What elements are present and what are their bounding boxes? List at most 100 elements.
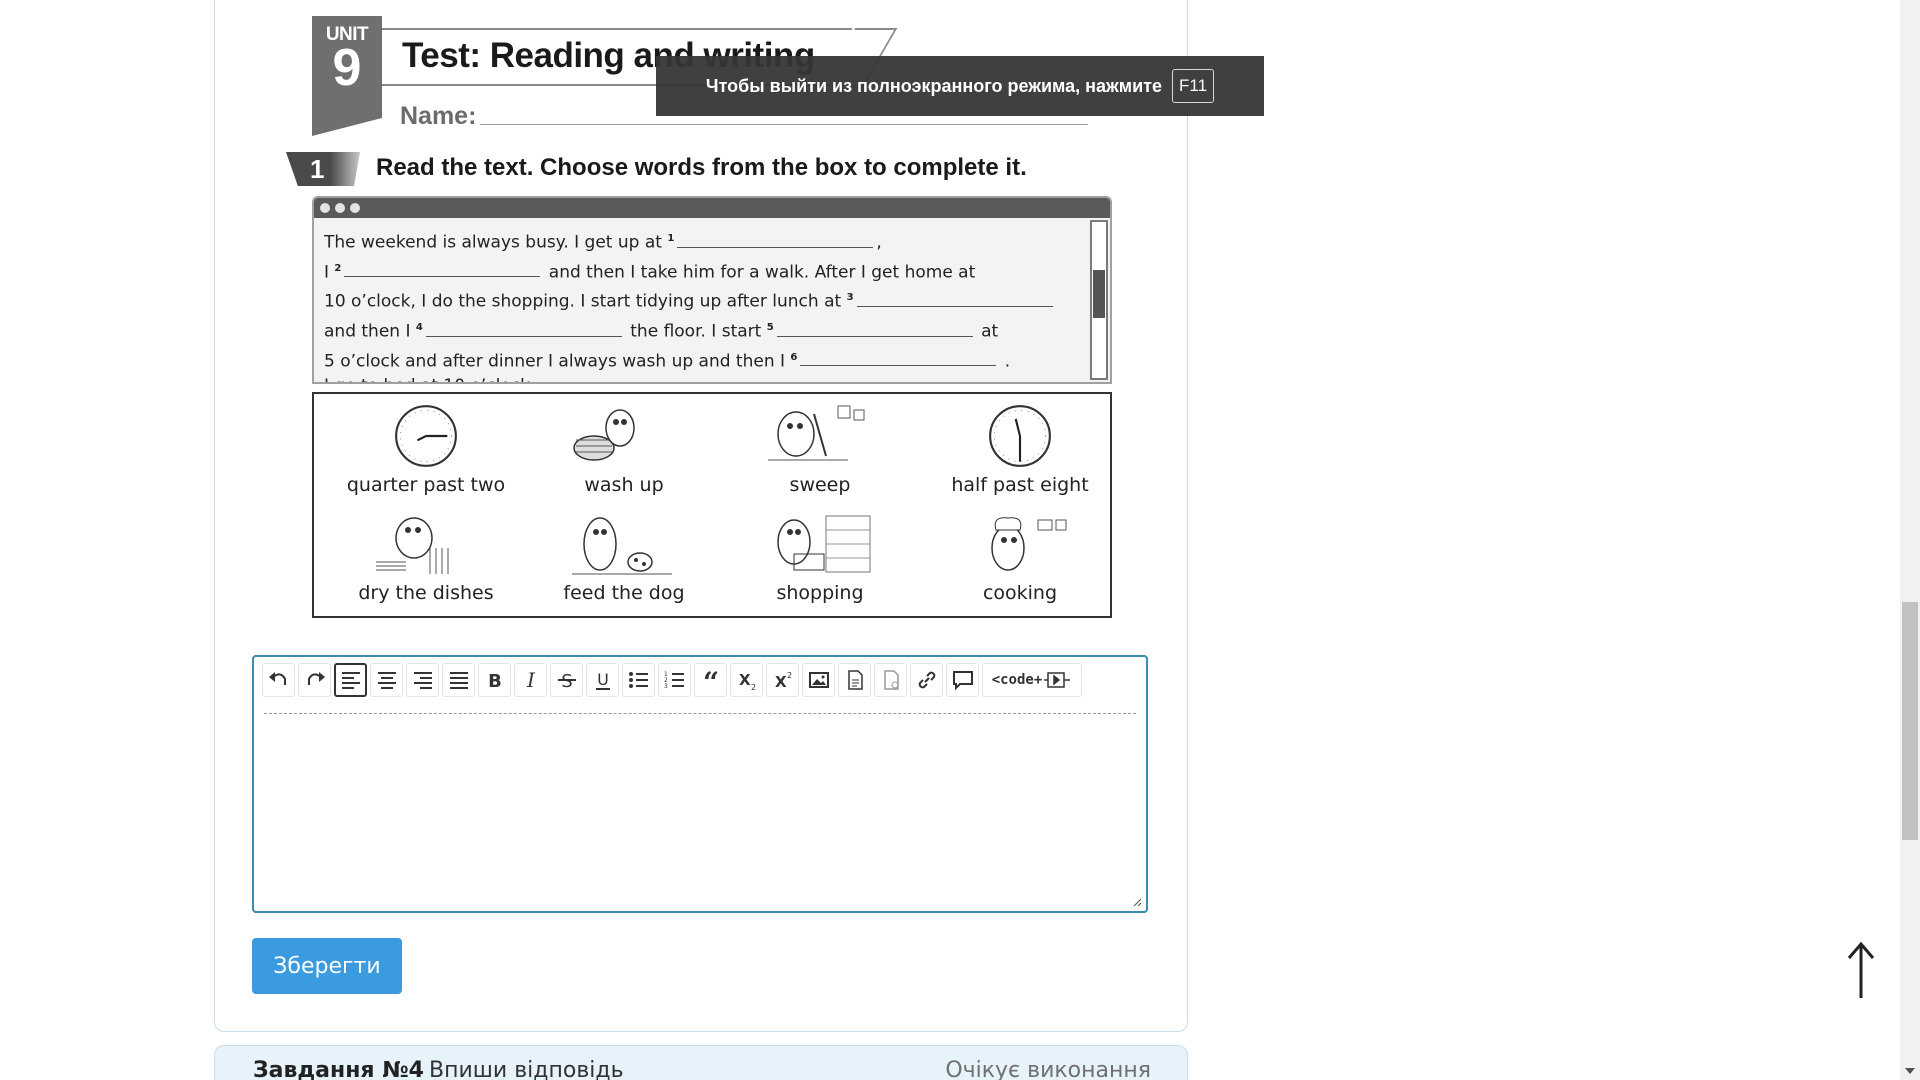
file-button[interactable] <box>838 663 871 697</box>
blank-number: 1 <box>667 233 675 244</box>
strikethrough-button[interactable]: S <box>550 663 583 697</box>
svg-text:S: S <box>561 671 572 692</box>
editor-toolbar: B I S U 1 2 3 “ X 2 X 2 <code+ <box>262 663 1082 697</box>
editor-textarea[interactable] <box>264 717 1136 901</box>
text-fragment: I go to bed at 10 o’clock. <box>324 376 535 382</box>
window-dot <box>335 203 345 213</box>
text-line: The weekend is always busy. I get up at … <box>324 226 1078 256</box>
document-button[interactable] <box>874 663 907 697</box>
chef-icon <box>991 517 1067 571</box>
shopping-cart-icon <box>777 515 871 573</box>
clock-icon <box>989 405 1051 467</box>
link-button[interactable] <box>910 663 943 697</box>
resize-handle-icon[interactable] <box>1132 897 1142 907</box>
svg-text:3: 3 <box>664 683 668 690</box>
align-right-icon <box>413 672 432 689</box>
next-task-header[interactable]: Завдання №4 Впиши відповідь Очікує викон… <box>214 1045 1188 1080</box>
text-fragment: . <box>999 351 1011 372</box>
name-line <box>480 124 1088 125</box>
text-line: I 2 and then I take him for a walk. Afte… <box>324 256 1078 286</box>
quote-icon: “ <box>702 668 718 692</box>
text-fragment: , <box>876 232 882 253</box>
superscript-icon: X2 <box>775 671 792 691</box>
bold-icon: B <box>488 671 502 692</box>
blank-line <box>856 291 1053 307</box>
subscript-icon: X2 <box>739 671 756 692</box>
text-fragment: and then I take him for a walk. After I … <box>543 262 976 283</box>
redo-button[interactable] <box>298 663 331 697</box>
code-icon: <code+ <box>991 672 1043 688</box>
window-titlebar <box>314 198 1110 218</box>
blank-line <box>776 321 973 337</box>
align-justify-button[interactable] <box>442 663 475 697</box>
italic-icon: I <box>526 668 536 692</box>
text-window: The weekend is always busy. I get up at … <box>312 196 1112 384</box>
blank-number: 4 <box>415 321 423 333</box>
task-title: Впиши відповідь <box>429 1058 624 1080</box>
answer-editor: B I S U 1 2 3 “ X 2 X 2 <code+ <box>252 655 1148 913</box>
blank-line <box>800 350 997 367</box>
text-line: 5 o’clock and after dinner I always wash… <box>324 345 1078 375</box>
page-scrollbar[interactable] <box>1900 0 1920 1080</box>
save-button[interactable]: Зберегти <box>252 938 402 994</box>
word-box: quarter past two wash up sweep half past ei… <box>312 392 1112 618</box>
link-icon <box>918 671 935 689</box>
scroll-down-icon[interactable] <box>1905 1068 1915 1074</box>
bullet-list-button[interactable] <box>622 663 655 697</box>
clock-icon <box>395 405 457 467</box>
text-fragment: 10 o’clock, I do the shopping. I start t… <box>324 291 847 312</box>
scrollbar-thumb[interactable] <box>1902 602 1918 840</box>
subscript-button[interactable]: X2 <box>730 663 763 697</box>
dog-icon <box>572 517 672 575</box>
text-fragment: I <box>324 262 335 283</box>
numbered-list-button[interactable]: 123 <box>658 663 691 697</box>
align-center-button[interactable] <box>370 663 403 697</box>
blank-line <box>344 261 541 278</box>
picture-label: shopping <box>776 582 864 604</box>
svg-text:B: B <box>488 671 502 692</box>
numbered-list-icon: 123 <box>664 671 684 690</box>
image-button[interactable] <box>802 663 835 697</box>
picture-label: half past eight <box>951 474 1089 496</box>
reading-text: The weekend is always busy. I get up at … <box>314 218 1088 382</box>
name-label: Name: <box>400 102 477 130</box>
align-center-icon <box>377 672 396 689</box>
undo-button[interactable] <box>262 663 295 697</box>
unit-number: 9 <box>332 39 362 97</box>
document-icon <box>883 670 899 690</box>
blank-line <box>677 232 874 248</box>
toast-text: Чтобы выйти из полноэкранного режима, на… <box>705 75 1163 96</box>
superscript-button[interactable]: X2 <box>766 663 799 697</box>
scroll-to-top-icon[interactable] <box>1844 940 1878 1000</box>
align-right-button[interactable] <box>406 663 439 697</box>
italic-button[interactable]: I <box>514 663 547 697</box>
code-button[interactable]: <code+ <box>982 663 1082 697</box>
text-line: 10 o’clock, I do the shopping. I start t… <box>324 285 1078 315</box>
picture-label: sweep <box>789 474 851 496</box>
text-fragment: and then I <box>324 321 416 342</box>
undo-icon <box>268 672 286 685</box>
comment-icon <box>952 671 973 691</box>
redo-icon <box>307 672 325 685</box>
exercise-number: 1 <box>286 152 360 186</box>
align-left-button[interactable] <box>334 663 367 697</box>
picture-label: quarter past two <box>346 474 506 496</box>
underline-icon: U <box>595 670 610 690</box>
svg-text:X: X <box>775 673 787 691</box>
align-justify-icon <box>449 672 468 689</box>
quote-button[interactable]: “ <box>694 663 727 697</box>
underline-button[interactable]: U <box>586 663 619 697</box>
toast-key: F11 <box>1172 69 1215 103</box>
picture-label: feed the dog <box>563 582 685 604</box>
bold-button[interactable]: B <box>478 663 511 697</box>
blank-number: 5 <box>766 321 774 333</box>
drying-dishes-icon <box>376 517 449 574</box>
comment-button[interactable] <box>946 663 979 697</box>
blank-number: 2 <box>334 262 342 274</box>
exercise-instruction: Read the text. Choose words from the box… <box>376 154 1027 181</box>
text-fragment: the floor. I start <box>624 321 767 342</box>
svg-text:X: X <box>739 671 751 689</box>
text-fragment: The weekend is always busy. I get up at <box>324 232 668 253</box>
picture-label: cooking <box>982 582 1058 604</box>
text-fragment: at <box>975 321 999 342</box>
